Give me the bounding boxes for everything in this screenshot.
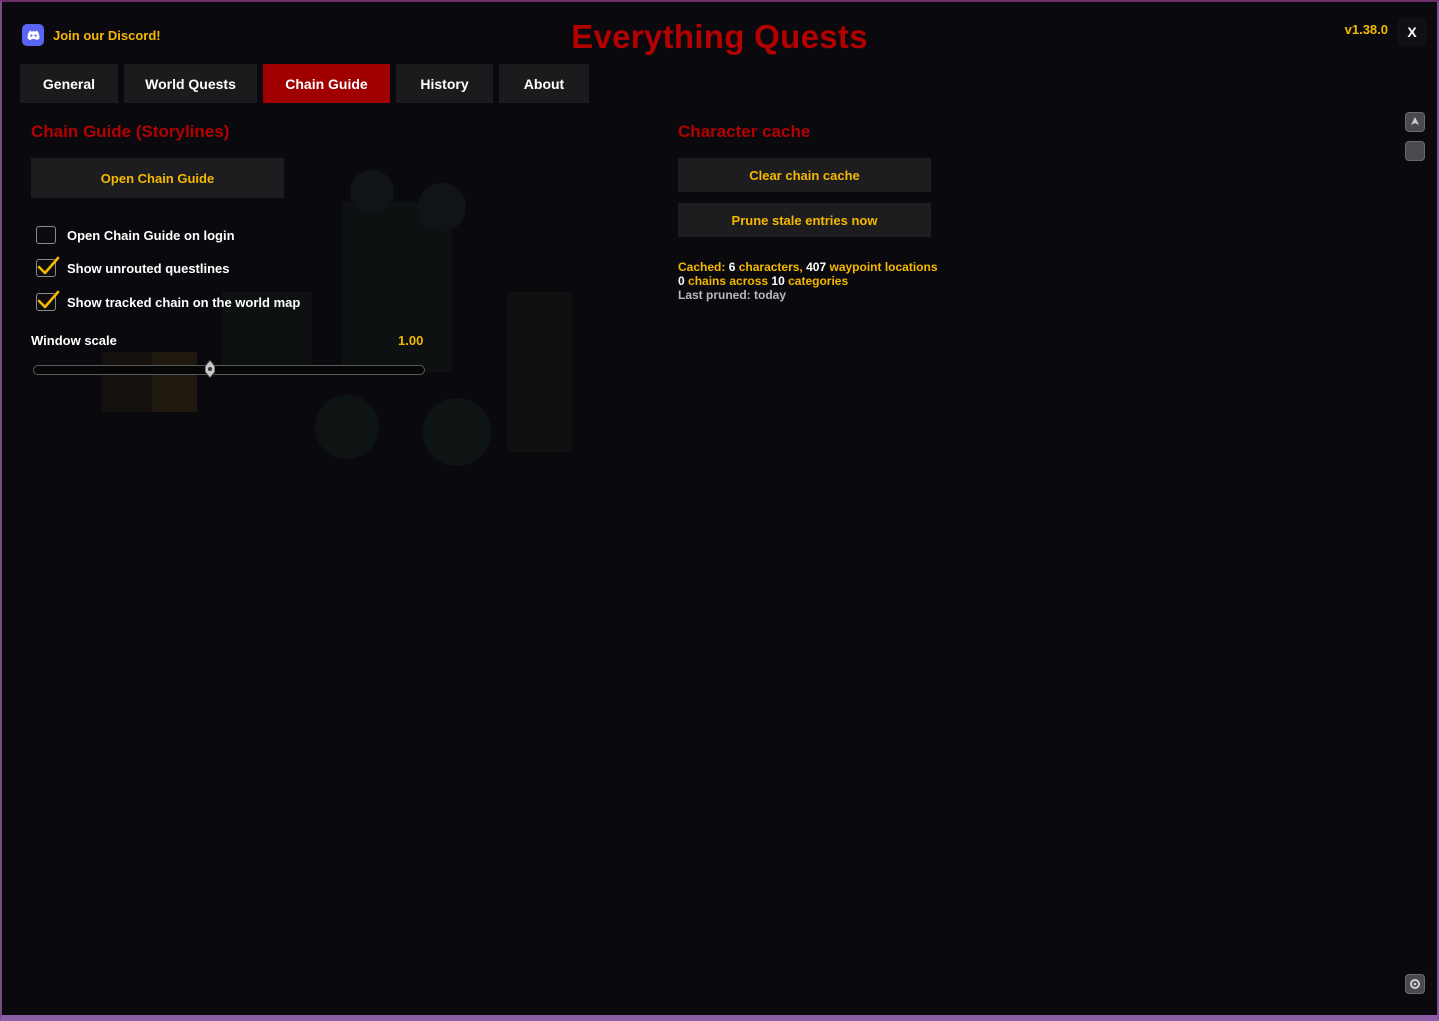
option-show-unrouted[interactable]: Show unrouted questlines <box>36 256 230 277</box>
checkmark-icon <box>37 256 60 275</box>
option-label: Open Chain Guide on login <box>67 227 235 243</box>
tab-chain-guide[interactable]: Chain Guide <box>263 64 390 103</box>
square-icon[interactable] <box>1405 141 1425 161</box>
cache-stats: Cached: 6 characters, 407 waypoint locat… <box>678 260 938 302</box>
app-title: Everything Quests <box>571 18 868 55</box>
close-button[interactable]: X <box>1397 18 1427 46</box>
tab-history[interactable]: History <box>396 64 493 103</box>
clear-chain-cache-button[interactable]: Clear chain cache <box>678 158 931 192</box>
slider-thumb[interactable] <box>204 360 215 378</box>
background-art <box>102 170 572 466</box>
waypoints-count: 407 <box>806 260 827 274</box>
show-tracked-map-checkbox[interactable] <box>36 290 60 311</box>
chains-word: chains across <box>688 274 769 288</box>
gear-icon[interactable] <box>1405 974 1425 994</box>
tab-world-quests[interactable]: World Quests <box>124 64 257 103</box>
tab-about[interactable]: About <box>499 64 589 103</box>
cache-stats-line-2: 0 chains across 10 categories <box>678 274 938 288</box>
checkmark-icon <box>37 290 60 309</box>
cached-prefix: Cached: <box>678 260 726 274</box>
show-unrouted-checkbox[interactable] <box>36 256 60 277</box>
prune-stale-entries-button[interactable]: Prune stale entries now <box>678 203 931 237</box>
option-show-tracked-map[interactable]: Show tracked chain on the world map <box>36 290 301 311</box>
map-pin-icon[interactable] <box>1405 112 1425 132</box>
version-label: v1.38.0 <box>1344 22 1388 37</box>
option-open-on-login[interactable]: Open Chain Guide on login <box>36 226 235 244</box>
open-chain-guide-button[interactable]: Open Chain Guide <box>31 158 284 198</box>
tab-general[interactable]: General <box>20 64 118 103</box>
cache-stats-line-1: Cached: 6 characters, 407 waypoint locat… <box>678 260 938 274</box>
addon-window: Join our Discord! Everything Quests v1.3… <box>0 0 1439 1021</box>
window-scale-slider[interactable] <box>33 360 425 378</box>
window-scale-value: 1.00 <box>398 333 424 348</box>
option-label: Show tracked chain on the world map <box>67 294 301 310</box>
characters-count: 6 <box>728 260 736 274</box>
categories-count: 10 <box>771 274 785 288</box>
tab-bar: General World Quests Chain Guide History… <box>20 64 589 103</box>
last-pruned: Last pruned: today <box>678 288 787 302</box>
characters-word: characters, <box>738 260 803 274</box>
character-cache-title: Character cache <box>678 122 811 141</box>
waypoints-word: waypoint locations <box>829 260 938 274</box>
chain-guide-title: Chain Guide (Storylines) <box>31 122 230 141</box>
window-scale-label: Window scale <box>31 333 117 348</box>
open-on-login-checkbox[interactable] <box>36 226 56 244</box>
categories-word: categories <box>788 274 849 288</box>
option-label: Show unrouted questlines <box>67 260 230 276</box>
chains-count: 0 <box>678 274 685 288</box>
